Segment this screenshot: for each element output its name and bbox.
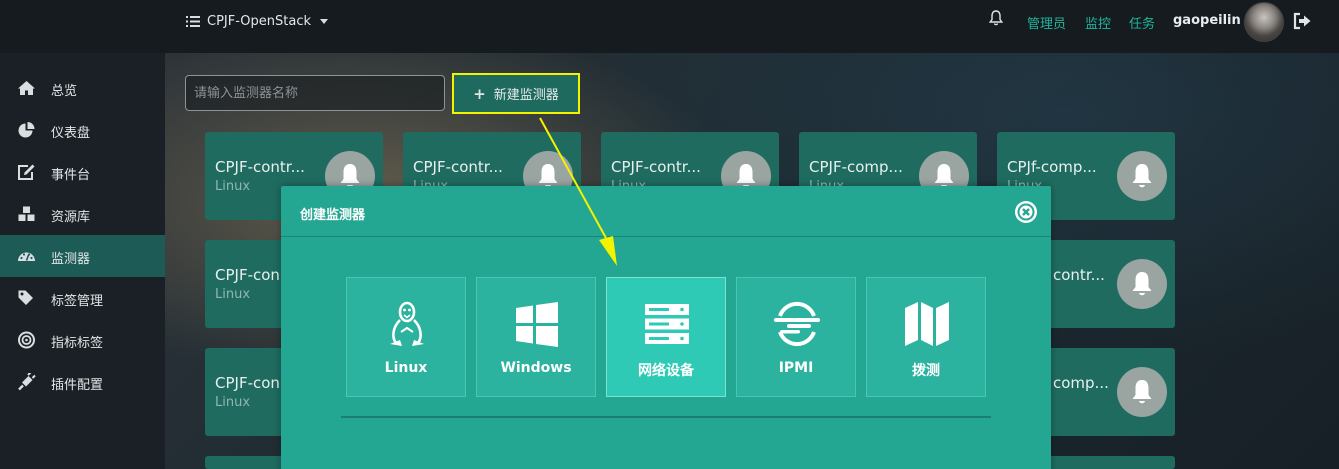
option-label: 拨测 [912, 363, 940, 379]
card-os: Linux [215, 287, 251, 302]
pie-chart-icon [18, 122, 35, 138]
home-icon [18, 81, 35, 95]
tags-icon [18, 290, 33, 305]
sidebar-item-metric-tags[interactable]: 指标标签 [0, 319, 165, 361]
avatar[interactable] [1244, 2, 1284, 42]
divider [281, 236, 1051, 237]
card-title: contr... [1053, 266, 1105, 284]
windows-icon [516, 302, 558, 347]
sidebar: 总览 仪表盘 事件台 资源库 监测器 标签管理 指标标签 插件配置 [0, 53, 165, 469]
close-icon [1017, 203, 1035, 221]
sidebar-item-tags[interactable]: 标签管理 [0, 277, 165, 319]
option-linux[interactable]: Linux [346, 277, 466, 397]
plus-icon: + [473, 84, 486, 103]
card-os: Linux [215, 179, 251, 194]
nav-link-tasks[interactable]: 任务 [1129, 13, 1155, 32]
sidebar-item-label: 监测器 [51, 252, 91, 267]
sidebar-item-label: 总览 [51, 84, 78, 99]
option-label: IPMI [778, 360, 814, 376]
bell-icon[interactable] [989, 10, 1003, 26]
option-network-device[interactable]: 网络设备 [606, 277, 726, 397]
top-bar: CPJF-OpenStack 管理员 监控 任务 gaopeilin [0, 0, 1339, 53]
card-os: Linux [215, 395, 251, 410]
sidebar-item-dashboard[interactable]: 仪表盘 [0, 109, 165, 151]
username[interactable]: gaopeilin [1173, 13, 1241, 28]
new-monitor-button[interactable]: + 新建监测器 [452, 73, 580, 114]
sidebar-item-label: 事件台 [51, 168, 91, 183]
sidebar-item-events[interactable]: 事件台 [0, 151, 165, 193]
card-title: CPJF-contr... [611, 158, 701, 176]
target-icon [18, 331, 35, 349]
bell-icon [1132, 380, 1152, 404]
linux-icon [390, 301, 424, 346]
edit-icon [18, 164, 35, 180]
nav-link-monitor[interactable]: 监控 [1085, 13, 1111, 32]
server-icon [645, 304, 689, 344]
sidebar-item-label: 指标标签 [51, 336, 104, 351]
card-title: CPJF-contr... [215, 158, 305, 176]
card-title: CPJF-con [215, 374, 280, 392]
project-switcher[interactable]: CPJF-OpenStack [186, 12, 328, 30]
divider [341, 416, 991, 418]
option-label: 网络设备 [638, 363, 694, 379]
bell-icon [1132, 272, 1152, 296]
sidebar-item-plugins[interactable]: 插件配置 [0, 361, 165, 403]
create-monitor-dialog: 创建监测器 Linux Windows 网络设备 IPMI 拨测 [281, 186, 1051, 469]
dashboard-icon [18, 252, 35, 261]
dialog-title: 创建监测器 [300, 208, 366, 223]
bell-icon [1132, 164, 1152, 188]
sidebar-item-resources[interactable]: 资源库 [0, 193, 165, 235]
project-name: CPJF-OpenStack [207, 13, 311, 29]
card-title: CPJF-comp... [809, 158, 903, 176]
option-dial-test[interactable]: 拨测 [866, 277, 986, 397]
sidebar-item-monitors[interactable]: 监测器 [0, 235, 165, 277]
ipmi-icon [774, 301, 820, 347]
close-button[interactable] [1015, 201, 1037, 223]
option-ipmi[interactable]: IPMI [736, 277, 856, 397]
option-label: Linux [384, 360, 428, 376]
map-icon [905, 302, 949, 346]
sidebar-item-label: 插件配置 [51, 378, 104, 393]
card-title: CPJF-contr... [413, 158, 503, 176]
card-title: comp... [1053, 374, 1109, 392]
search-input[interactable] [185, 75, 445, 111]
sidebar-item-overview[interactable]: 总览 [0, 67, 165, 109]
logout-icon[interactable] [1293, 12, 1312, 30]
sidebar-item-label: 仪表盘 [51, 126, 91, 141]
plug-icon [18, 373, 36, 391]
option-label: Windows [500, 360, 572, 376]
chevron-down-icon [320, 18, 328, 24]
sidebar-item-label: 标签管理 [51, 294, 104, 309]
card-title: CPJf-comp... [1007, 158, 1097, 176]
new-monitor-label: 新建监测器 [493, 88, 559, 103]
nav-link-admin[interactable]: 管理员 [1027, 13, 1066, 32]
list-icon [186, 15, 200, 27]
sidebar-item-label: 资源库 [51, 210, 91, 225]
cubes-icon [18, 206, 35, 221]
option-windows[interactable]: Windows [476, 277, 596, 397]
card-title: CPJF-con [215, 266, 280, 284]
